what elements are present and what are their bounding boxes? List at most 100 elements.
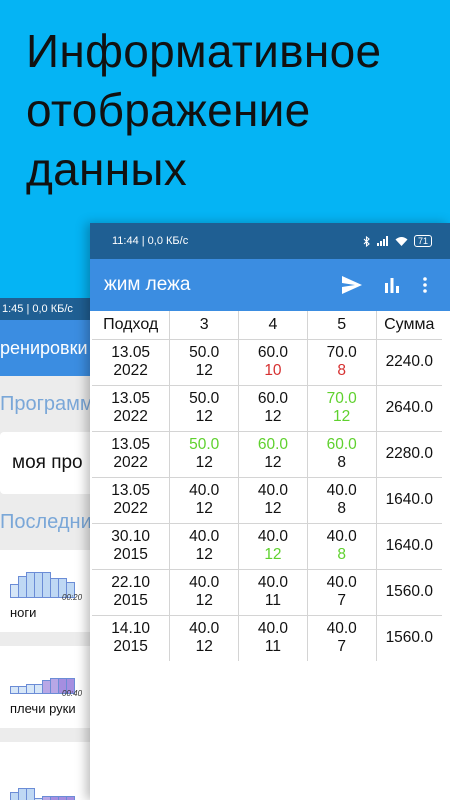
table-row[interactable]: 13.05 2022 50.0 12 60.0 12 70.0 12 2640.0 bbox=[92, 385, 442, 432]
date-day-month: 14.10 bbox=[111, 620, 151, 638]
back-status-bar: 1:45 | 0,0 КБ/с bbox=[0, 298, 100, 320]
set-weight: 40.0 bbox=[326, 528, 357, 545]
table-row[interactable]: 13.05 2022 50.0 12 60.0 10 70.0 8 2240.0 bbox=[92, 339, 442, 386]
set-weight: 70.0 bbox=[326, 344, 357, 361]
row-date: 13.05 2022 bbox=[92, 431, 171, 478]
set-cell: 50.0 12 bbox=[169, 339, 240, 386]
headline-line-2: отображение bbox=[26, 84, 311, 136]
back-workout-card[interactable]: 00:40 плечи руки bbox=[0, 646, 100, 728]
table-row[interactable]: 22.10 2015 40.0 12 40.0 11 40.0 7 1560.0 bbox=[92, 569, 442, 616]
set-cell: 50.0 12 bbox=[169, 385, 240, 432]
row-sum: 2240.0 bbox=[376, 339, 442, 386]
set-weight: 50.0 bbox=[189, 344, 220, 361]
set-cell: 60.0 10 bbox=[238, 339, 308, 386]
bar-chart-icon[interactable] bbox=[372, 265, 412, 305]
back-recent-header: Последни bbox=[0, 511, 92, 533]
date-day-month: 22.10 bbox=[111, 574, 151, 591]
set-reps: 11 bbox=[264, 638, 281, 656]
set-reps: 12 bbox=[264, 500, 282, 517]
set-weight: 60.0 bbox=[257, 436, 289, 453]
set-reps: 11 bbox=[264, 592, 281, 609]
more-vert-icon[interactable] bbox=[412, 265, 438, 305]
background-phone-screen: 1:45 | 0,0 КБ/с ренировки Программ моя п… bbox=[0, 298, 100, 800]
set-cell: 60.0 12 bbox=[238, 431, 308, 478]
set-cell: 40.0 7 bbox=[307, 569, 377, 616]
set-cell: 60.0 8 bbox=[307, 431, 377, 478]
workout-mini-chart bbox=[10, 788, 75, 800]
set-weight: 40.0 bbox=[326, 574, 357, 591]
set-cell: 50.0 12 bbox=[169, 431, 240, 478]
row-date: 22.10 2015 bbox=[92, 569, 171, 616]
set-reps: 12 bbox=[195, 592, 213, 609]
date-day-month: 13.05 bbox=[111, 344, 151, 361]
set-reps: 7 bbox=[337, 592, 346, 609]
date-day-month: 13.05 bbox=[111, 390, 151, 407]
header-set-3: 3 bbox=[169, 311, 240, 340]
row-sum: 1640.0 bbox=[376, 477, 442, 524]
back-toolbar-title: ренировки bbox=[0, 320, 100, 376]
exercise-title: жим лежа bbox=[104, 274, 191, 295]
workout-duration: 00:40 bbox=[62, 689, 83, 698]
row-sum: 1640.0 bbox=[376, 523, 442, 570]
set-weight: 60.0 bbox=[326, 436, 357, 453]
date-year: 2022 bbox=[113, 454, 148, 471]
set-cell: 60.0 12 bbox=[238, 385, 308, 432]
set-cell: 70.0 12 bbox=[307, 385, 377, 432]
set-cell: 40.0 8 bbox=[307, 477, 377, 524]
back-workout-card[interactable] bbox=[0, 742, 100, 800]
set-reps: 7 bbox=[337, 638, 346, 656]
back-program-item[interactable]: моя про bbox=[0, 432, 100, 494]
table-row[interactable]: 14.10 2015 40.0 12 40.0 11 40.0 7 1560.0 bbox=[92, 615, 442, 661]
battery-icon: 71 bbox=[413, 235, 432, 247]
set-weight: 40.0 bbox=[257, 482, 289, 499]
date-year: 2015 bbox=[113, 546, 148, 563]
header-sum: Сумма bbox=[376, 311, 442, 340]
send-icon[interactable] bbox=[332, 265, 372, 305]
set-weight: 40.0 bbox=[257, 574, 289, 591]
set-weight: 40.0 bbox=[189, 620, 220, 638]
set-cell: 40.0 8 bbox=[307, 523, 377, 570]
workout-duration: 00:20 bbox=[62, 593, 83, 602]
workout-name: плечи руки bbox=[10, 701, 76, 716]
set-weight: 40.0 bbox=[257, 620, 289, 638]
set-cell: 40.0 12 bbox=[169, 569, 240, 616]
table-row[interactable]: 13.05 2022 40.0 12 40.0 12 40.0 8 1640.0 bbox=[92, 477, 442, 524]
back-workout-card[interactable]: 00:20 ноги bbox=[0, 550, 100, 632]
exercise-history-screen: 11:44 | 0,0 КБ/с 71 жим лежа Подход 3 4 … bbox=[90, 223, 450, 800]
set-reps: 8 bbox=[337, 500, 346, 517]
table-row[interactable]: 30.10 2015 40.0 12 40.0 12 40.0 8 1640.0 bbox=[92, 523, 442, 570]
set-weight: 60.0 bbox=[257, 344, 289, 361]
set-cell: 40.0 7 bbox=[307, 615, 377, 661]
set-reps: 12 bbox=[195, 500, 213, 517]
workout-name: ноги bbox=[10, 605, 37, 620]
set-weight: 40.0 bbox=[189, 482, 220, 499]
table-header-row: Подход 3 4 5 Сумма bbox=[92, 311, 442, 340]
date-year: 2022 bbox=[113, 362, 148, 379]
row-date: 13.05 2022 bbox=[92, 339, 171, 386]
set-weight: 40.0 bbox=[326, 482, 357, 499]
header-set-5: 5 bbox=[307, 311, 377, 340]
set-reps: 12 bbox=[264, 408, 282, 425]
set-cell: 40.0 11 bbox=[238, 615, 308, 661]
set-reps: 10 bbox=[264, 362, 282, 379]
set-reps: 12 bbox=[264, 454, 282, 471]
header-set-4: 4 bbox=[238, 311, 308, 340]
signal-icon bbox=[376, 236, 388, 246]
date-day-month: 13.05 bbox=[111, 436, 151, 453]
set-cell: 40.0 11 bbox=[238, 569, 308, 616]
set-weight: 40.0 bbox=[257, 528, 289, 545]
set-cell: 40.0 12 bbox=[169, 523, 240, 570]
set-weight: 50.0 bbox=[189, 390, 220, 407]
row-date: 13.05 2022 bbox=[92, 477, 171, 524]
set-reps: 12 bbox=[333, 408, 351, 425]
set-cell: 40.0 12 bbox=[169, 615, 240, 661]
status-icons: 71 bbox=[363, 235, 432, 247]
wifi-icon bbox=[395, 237, 408, 246]
row-date: 14.10 2015 bbox=[92, 615, 171, 661]
table-row[interactable]: 13.05 2022 50.0 12 60.0 12 60.0 8 2280.0 bbox=[92, 431, 442, 478]
status-bar: 11:44 | 0,0 КБ/с 71 bbox=[90, 223, 450, 259]
date-day-month: 30.10 bbox=[111, 528, 151, 545]
set-reps: 12 bbox=[264, 546, 282, 563]
set-weight: 40.0 bbox=[326, 620, 357, 638]
date-year: 2022 bbox=[113, 500, 148, 517]
